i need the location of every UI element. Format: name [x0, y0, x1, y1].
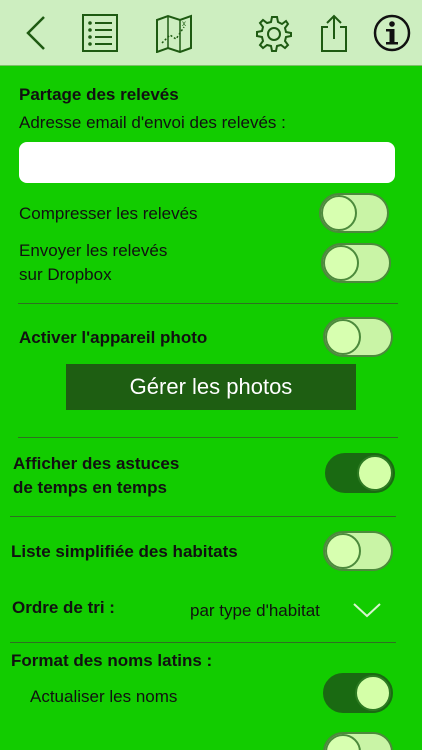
back-chevron-icon[interactable] — [16, 13, 56, 53]
update-names-label: Actualiser les noms — [30, 687, 178, 706]
svg-text:x: x — [182, 19, 186, 28]
email-label: Adresse email d'envoi des relevés : — [19, 113, 286, 132]
list-icon[interactable] — [80, 13, 120, 53]
map-icon[interactable]: x — [154, 13, 194, 53]
tips-label-line2: de temps en temps — [13, 478, 167, 497]
email-field[interactable] — [19, 142, 395, 183]
tips-toggle[interactable] — [325, 453, 395, 493]
toggle-knob — [325, 319, 361, 355]
compress-toggle[interactable] — [319, 193, 389, 233]
toggle-knob — [355, 675, 391, 711]
toggle-knob — [357, 455, 393, 491]
gear-icon[interactable] — [254, 13, 294, 53]
dropbox-label-line2: sur Dropbox — [19, 265, 112, 284]
info-icon[interactable] — [372, 13, 412, 53]
sharing-section-title: Partage des relevés — [19, 85, 179, 104]
divider — [18, 303, 398, 304]
toggle-knob — [325, 533, 361, 569]
chevron-down-icon[interactable] — [352, 601, 382, 619]
settings-content: Partage des relevés Adresse email d'envo… — [0, 66, 422, 750]
next-toggle-partial[interactable] — [323, 732, 393, 750]
toolbar: x — [0, 0, 422, 66]
toggle-knob — [323, 245, 359, 281]
sort-order-label: Ordre de tri : — [12, 598, 115, 617]
compress-label: Compresser les relevés — [19, 204, 198, 223]
divider — [18, 437, 398, 438]
simplified-habitats-toggle[interactable] — [323, 531, 393, 571]
share-icon[interactable] — [314, 13, 354, 53]
simplified-habitats-label: Liste simplifiée des habitats — [11, 542, 238, 561]
divider — [10, 642, 396, 643]
tips-label-line1: Afficher des astuces — [13, 454, 180, 473]
manage-photos-button[interactable]: Gérer les photos — [66, 364, 356, 410]
activate-photo-toggle[interactable] — [323, 317, 393, 357]
divider — [10, 516, 396, 517]
latin-names-title: Format des noms latins : — [11, 651, 213, 670]
dropbox-label-line1: Envoyer les relevés — [19, 241, 168, 260]
sort-order-select[interactable]: par type d'habitat — [190, 599, 320, 623]
update-names-toggle[interactable] — [323, 673, 393, 713]
dropbox-toggle[interactable] — [321, 243, 391, 283]
toggle-knob — [325, 734, 361, 750]
activate-photo-label: Activer l'appareil photo — [19, 328, 208, 347]
toggle-knob — [321, 195, 357, 231]
